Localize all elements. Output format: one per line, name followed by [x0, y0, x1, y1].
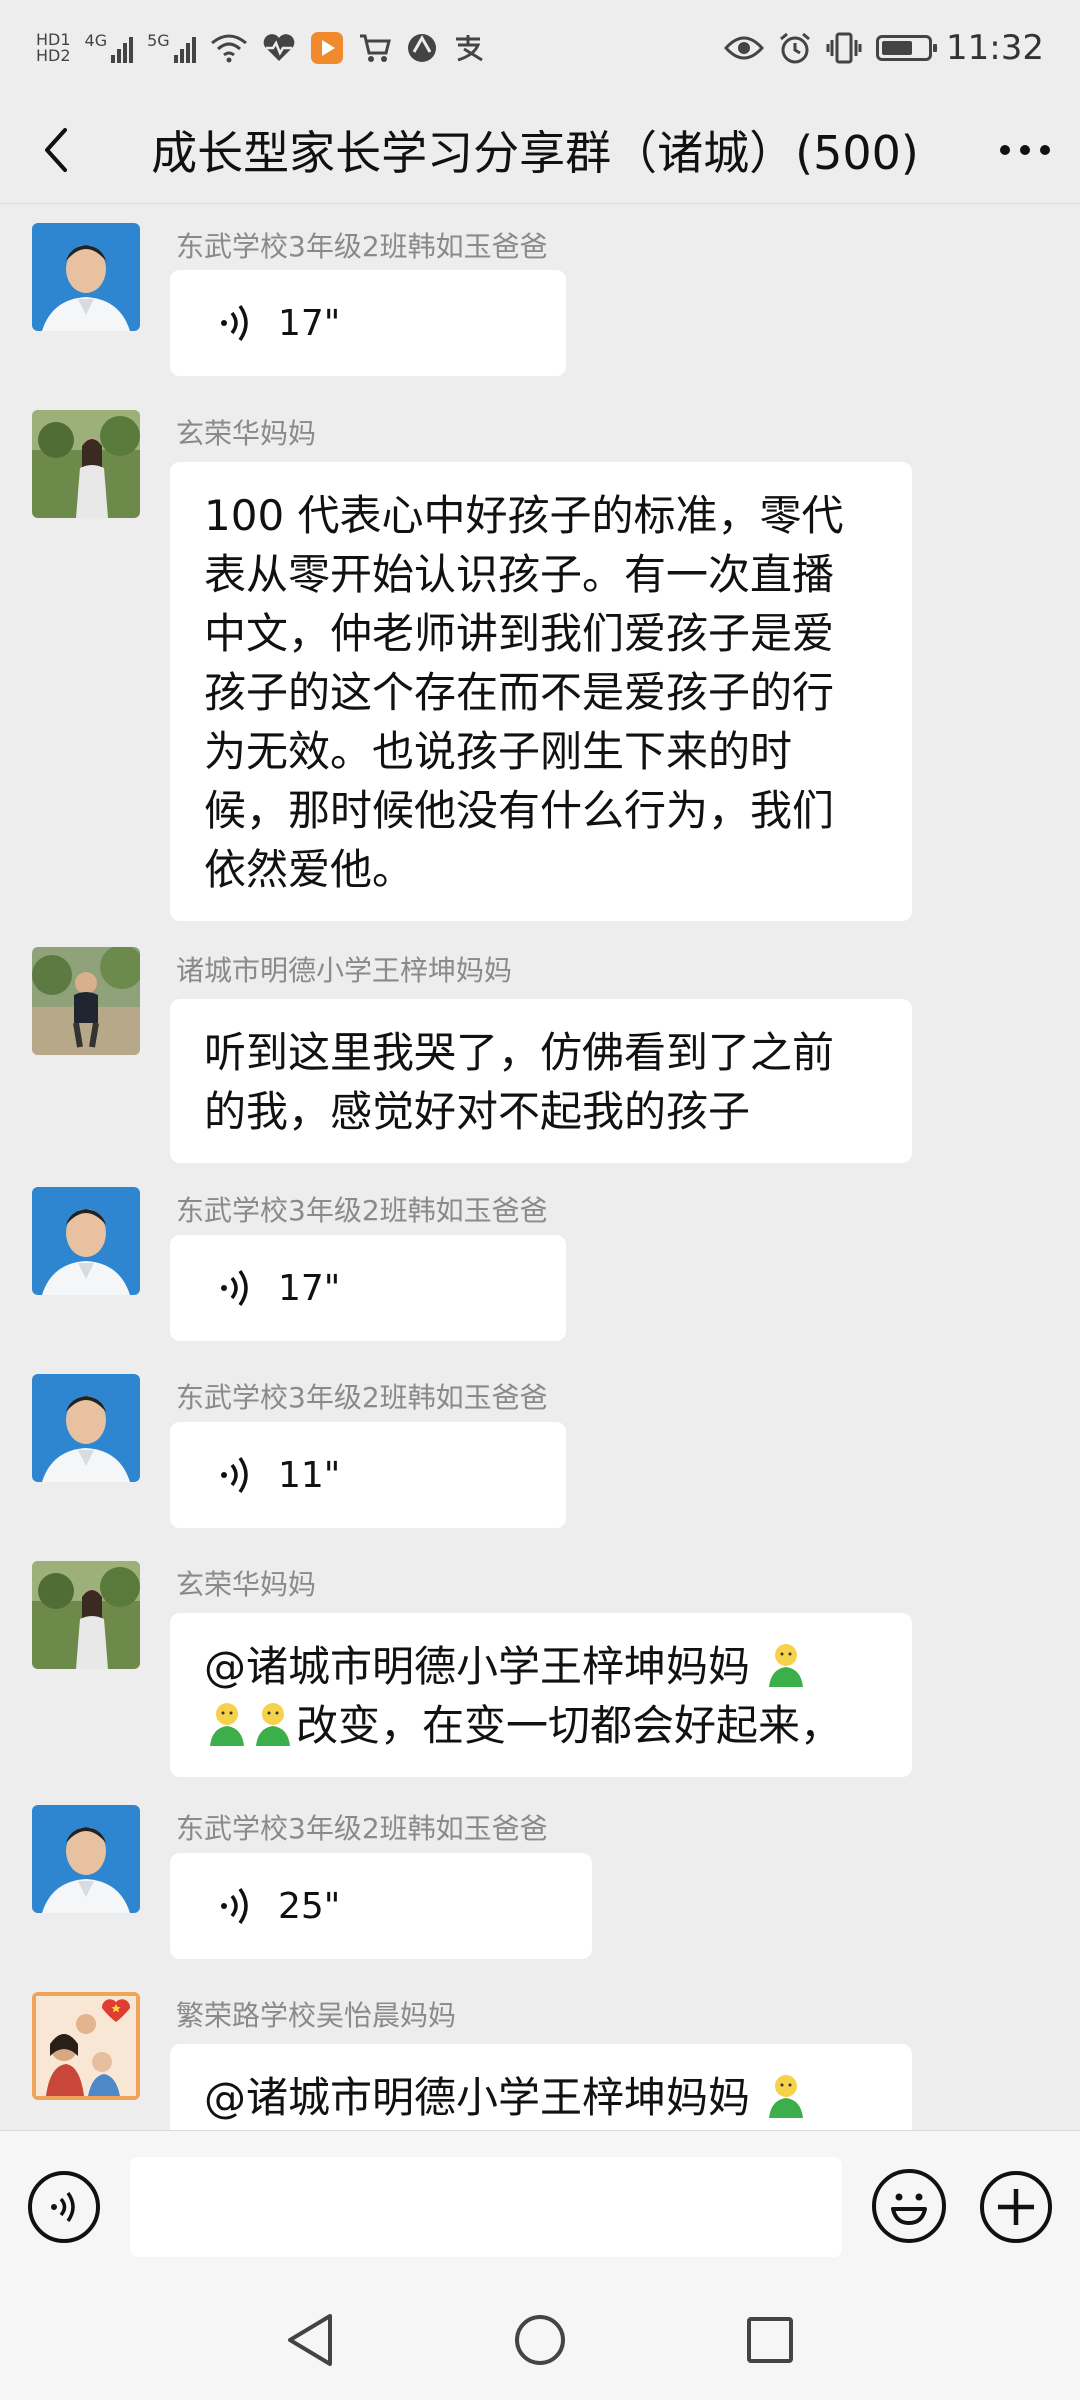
- message-text-line: 中文，仲老师讲到我们爱孩子是爱: [204, 609, 835, 658]
- avatar[interactable]: [32, 1187, 140, 1295]
- avatar[interactable]: [32, 223, 140, 331]
- text-message-bubble[interactable]: 听到这里我哭了，仿佛看到了之前 的我，感觉好对不起我的孩子: [170, 999, 912, 1163]
- voice-toggle-icon: [51, 2191, 75, 2223]
- hd-icon: HD1 HD2: [36, 31, 71, 65]
- voice-wave-icon: [221, 1269, 248, 1307]
- avatar[interactable]: [32, 1374, 140, 1482]
- signal-5g-icon: 5G: [147, 31, 196, 65]
- message-text-line: 表从零开始认识孩子。有一次直播: [204, 550, 835, 599]
- message-text-line: 依然爱他。: [204, 845, 415, 894]
- message-text-line: @诸城市明德小学王梓坤妈妈: [204, 1637, 880, 1696]
- browser-icon: [406, 31, 438, 65]
- nav-back-button[interactable]: [250, 2280, 370, 2400]
- ellipsis-icon: [1000, 144, 1050, 155]
- avatar[interactable]: [32, 947, 140, 1055]
- voice-duration: 17": [278, 302, 341, 344]
- hd2-label: HD2: [36, 46, 71, 65]
- voice-duration: 25": [278, 1885, 341, 1927]
- eye-icon: [724, 31, 765, 65]
- sender-name: 东武学校3年级2班韩如玉爸爸: [176, 1381, 548, 1414]
- heart-rate-icon: [262, 31, 296, 65]
- emoji-button[interactable]: [872, 2169, 946, 2243]
- message-text: 改变，在变一切都会好起来，: [296, 1701, 843, 1750]
- person-emoji-icon: [769, 2075, 804, 2118]
- person-emoji-icon: [210, 1703, 244, 1746]
- voice-message-bubble[interactable]: 17": [170, 270, 566, 376]
- sender-name: 玄荣华妈妈: [176, 417, 317, 450]
- plus-icon: [998, 2189, 1034, 2225]
- sender-name: 玄荣华妈妈: [176, 1568, 317, 1601]
- mention-text[interactable]: @诸城市明德小学王梓坤妈妈: [204, 1642, 750, 1691]
- cart-icon: [358, 31, 392, 65]
- video-app-icon: [310, 31, 344, 65]
- voice-message-bubble[interactable]: 17": [170, 1235, 566, 1341]
- sender-name: 繁荣路学校吴怡晨妈妈: [176, 1999, 457, 2032]
- avatar[interactable]: [32, 1992, 140, 2100]
- voice-duration: 11": [278, 1454, 341, 1496]
- avatar[interactable]: [32, 410, 140, 518]
- text-message-bubble[interactable]: 100 代表心中好孩子的标准，零代 表从零开始认识孩子。有一次直播 中文，仲老师…: [170, 462, 912, 921]
- system-nav-bar: [0, 2280, 1080, 2400]
- message-text-line: 改变，在变一切都会好起来，: [204, 1696, 880, 1755]
- alarm-icon: [778, 31, 812, 65]
- message-text-line: 为无效。也说孩子刚生下来的时: [204, 727, 793, 776]
- circle-home-icon: [515, 2315, 565, 2365]
- status-right: 11:32: [724, 28, 1044, 68]
- nav-home-button[interactable]: [480, 2280, 600, 2400]
- wifi-icon: [210, 31, 248, 65]
- message-text-line: 候，那时候他没有什么行为，我们: [204, 786, 835, 835]
- more-functions-button[interactable]: [980, 2171, 1052, 2243]
- sender-name: 东武学校3年级2班韩如玉爸爸: [176, 1812, 548, 1845]
- sender-name: 东武学校3年级2班韩如玉爸爸: [176, 1194, 548, 1227]
- message-text-line: 的我，感觉好对不起我的孩子: [204, 1087, 751, 1136]
- network-5g-label: 5G: [147, 31, 170, 50]
- signal-icon: 4G: [85, 31, 134, 65]
- nav-recents-button[interactable]: [710, 2280, 830, 2400]
- back-button[interactable]: [0, 96, 110, 204]
- more-button[interactable]: [970, 96, 1080, 204]
- square-recents-icon: [747, 2317, 793, 2363]
- voice-duration: 17": [278, 1267, 341, 1309]
- status-bar: HD1 HD2 4G 5G 11:32: [0, 0, 1080, 96]
- alipay-icon: [452, 31, 486, 65]
- voice-wave-icon: [221, 1456, 248, 1494]
- voice-wave-icon: [221, 304, 248, 342]
- status-time: 11:32: [946, 28, 1044, 68]
- voice-input-toggle[interactable]: [28, 2171, 100, 2243]
- message-text-line: 100 代表心中好孩子的标准，零代: [204, 491, 844, 540]
- avatar[interactable]: [32, 1561, 140, 1669]
- voice-message-bubble[interactable]: 11": [170, 1422, 566, 1528]
- mention-text[interactable]: @诸城市明德小学王梓坤妈妈: [204, 2073, 750, 2122]
- status-left: HD1 HD2 4G 5G: [36, 31, 486, 65]
- input-bar: [0, 2130, 1080, 2280]
- message-text-line: 听到这里我哭了，仿佛看到了之前: [204, 1028, 835, 1077]
- sender-name: 东武学校3年级2班韩如玉爸爸: [176, 230, 548, 263]
- message-input[interactable]: [130, 2157, 842, 2257]
- chevron-left-icon: [45, 127, 67, 172]
- chat-header: 成长型家长学习分享群（诸城）(500): [0, 96, 1080, 204]
- chat-title: 成长型家长学习分享群（诸城）(500): [151, 125, 919, 180]
- battery-icon: [876, 31, 938, 65]
- voice-wave-icon: [221, 1887, 248, 1925]
- triangle-back-icon: [288, 2314, 332, 2366]
- sender-name: 诸城市明德小学王梓坤妈妈: [176, 954, 513, 987]
- avatar[interactable]: [32, 1805, 140, 1913]
- message-list[interactable]: 东武学校3年级2班韩如玉爸爸 17" 玄荣华妈妈 100 代表心中好孩子的标准，…: [0, 205, 1080, 2130]
- message-text-line: 孩子的这个存在而不是爱孩子的行: [204, 668, 835, 717]
- network-4g-label: 4G: [84, 31, 108, 50]
- text-message-bubble[interactable]: @诸城市明德小学王梓坤妈妈 改变，在变一切都会好起来，: [170, 1613, 912, 1777]
- voice-message-bubble[interactable]: 25": [170, 1853, 592, 1959]
- person-emoji-icon: [769, 1644, 804, 1687]
- text-message-bubble[interactable]: @诸城市明德小学王梓坤妈妈: [170, 2044, 912, 2130]
- smiley-icon: [891, 2193, 927, 2225]
- person-emoji-icon: [256, 1703, 290, 1746]
- message-text-line: @诸城市明德小学王梓坤妈妈: [204, 2068, 880, 2127]
- vibrate-icon: [826, 31, 862, 65]
